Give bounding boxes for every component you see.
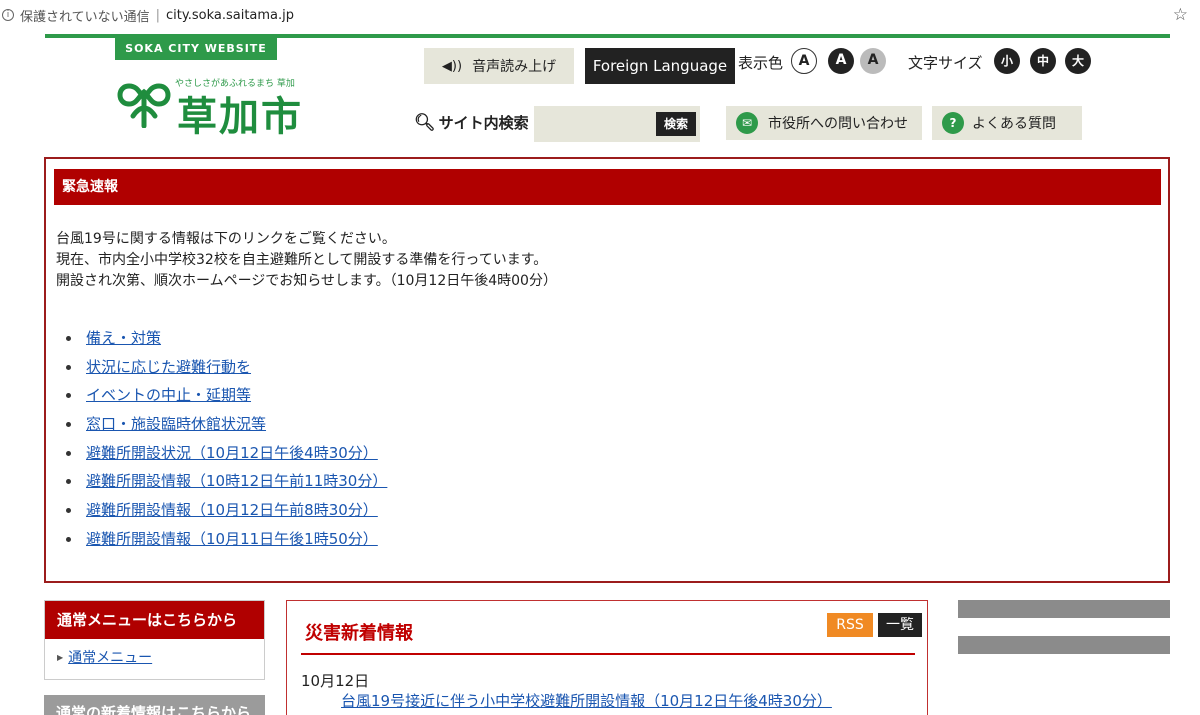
emergency-link[interactable]: 窓口・施設臨時休館状況等 xyxy=(86,410,266,439)
color-option-white[interactable]: A xyxy=(791,48,817,74)
faq-button[interactable]: ? よくある質問 xyxy=(932,106,1082,140)
emergency-link[interactable]: 備え・対策 xyxy=(86,324,161,353)
emergency-link[interactable]: 避難所開設状況（10月12日午後4時30分） xyxy=(86,439,378,468)
address-bar[interactable]: i 保護されていない通信 | city.soka.saitama.jp ☆ xyxy=(0,0,1200,30)
list-item: 避難所開設情報（10月12日午前8時30分） xyxy=(66,496,387,525)
search-icon: 🔍︎ xyxy=(414,112,436,133)
right-banner-2[interactable] xyxy=(958,636,1170,654)
normal-menu-box: 通常メニューはこちらから ▶ 通常メニュー xyxy=(44,600,265,680)
list-item: 備え・対策 xyxy=(66,324,387,353)
emergency-link-list: 備え・対策 状況に応じた避難行動を イベントの中止・延期等 窓口・施設臨時休館状… xyxy=(66,324,387,554)
disaster-news-panel: 災害新着情報 RSS 一覧 10月12日 台風19号接近に伴う小中学校避難所開設… xyxy=(286,600,928,715)
divider xyxy=(301,653,915,655)
site-logo[interactable]: やさしさがあふれるまち 草加 草加市 xyxy=(115,70,305,140)
list-item: 避難所開設情報（10月11日午後1時50分） xyxy=(66,525,387,554)
bullet-icon xyxy=(66,450,71,456)
bullet-icon xyxy=(66,507,71,513)
bullet-icon xyxy=(66,421,71,427)
list-item: 避難所開設状況（10月12日午後4時30分） xyxy=(66,439,387,468)
emergency-heading: 緊急速報 xyxy=(54,169,1161,205)
bullet-icon xyxy=(66,479,71,485)
bullet-icon xyxy=(66,393,71,399)
bullet-icon xyxy=(66,335,71,341)
news-link[interactable]: 台風19号接近に伴う小中学校避難所開設情報（10月12日午後4時30分） xyxy=(341,690,832,711)
speaker-icon: ◀)) xyxy=(441,58,463,74)
voice-reading-label: 音声読み上げ xyxy=(472,59,557,75)
emergency-link[interactable]: イベントの中止・延期等 xyxy=(86,381,251,410)
list-item: 窓口・施設臨時休館状況等 xyxy=(66,410,387,439)
normal-menu-item[interactable]: ▶ 通常メニュー xyxy=(45,639,264,677)
site-badge: SOKA CITY WEBSITE xyxy=(115,38,277,60)
search-button[interactable]: 検索 xyxy=(656,112,696,136)
list-all-button[interactable]: 一覧 xyxy=(878,613,922,637)
normal-menu-heading: 通常メニューはこちらから xyxy=(45,601,264,639)
address-separator: | xyxy=(155,7,161,23)
site-search-text: サイト内検索 xyxy=(438,114,529,132)
bullet-icon xyxy=(66,536,71,542)
bookmark-star-icon[interactable]: ☆ xyxy=(1173,5,1188,25)
list-item: イベントの中止・延期等 xyxy=(66,381,387,410)
emergency-line: 開設され次第、順次ホームページでお知らせします。（10月12日午後4時00分） xyxy=(56,273,557,289)
color-option-black[interactable]: A xyxy=(828,48,854,74)
foreign-language-button[interactable]: Foreign Language xyxy=(585,48,735,84)
emergency-link[interactable]: 避難所開設情報（10月11日午後1時50分） xyxy=(86,525,378,554)
color-option-grey[interactable]: A xyxy=(860,48,886,74)
contact-label: 市役所への問い合わせ xyxy=(768,116,908,132)
security-status: 保護されていない通信 xyxy=(20,9,150,25)
bullet-icon xyxy=(66,364,71,370)
news-date: 10月12日 xyxy=(301,672,370,690)
font-size-label: 文字サイズ xyxy=(908,54,983,72)
emergency-notice: 緊急速報 台風19号に関する情報は下のリンクをご覧ください。 現在、市内全小中学… xyxy=(44,157,1170,583)
arrow-right-icon: ▶ xyxy=(57,653,64,662)
emergency-link[interactable]: 避難所開設情報（10時12日午前11時30分） xyxy=(86,467,387,496)
mail-icon: ✉ xyxy=(736,112,758,134)
emergency-text: 台風19号に関する情報は下のリンクをご覧ください。 現在、市内全小中学校32校を… xyxy=(56,229,557,292)
rss-button[interactable]: RSS xyxy=(827,613,873,637)
normal-menu-link[interactable]: 通常メニュー xyxy=(68,639,152,677)
info-icon[interactable]: i xyxy=(2,9,14,21)
font-size-large[interactable]: 大 xyxy=(1065,48,1091,74)
site-search-label: 🔍︎ サイト内検索 xyxy=(414,112,529,133)
normal-news-heading[interactable]: 通常の新着情報はこちらから xyxy=(44,695,265,715)
voice-reading-button[interactable]: ◀)) 音声読み上げ xyxy=(424,48,574,84)
url-text[interactable]: city.soka.saitama.jp xyxy=(166,8,294,23)
display-color-label: 表示色 xyxy=(738,54,784,72)
list-item: 状況に応じた避難行動を xyxy=(66,353,387,382)
emergency-line: 台風19号に関する情報は下のリンクをご覧ください。 xyxy=(56,231,396,247)
question-icon: ? xyxy=(942,112,964,134)
list-item: 避難所開設情報（10時12日午前11時30分） xyxy=(66,467,387,496)
contact-button[interactable]: ✉ 市役所への問い合わせ xyxy=(726,106,922,140)
emergency-link[interactable]: 避難所開設情報（10月12日午前8時30分） xyxy=(86,496,378,525)
emergency-link[interactable]: 状況に応じた避難行動を xyxy=(86,353,251,382)
logo-city-name: 草加市 xyxy=(177,93,303,140)
disaster-news-title: 災害新着情報 xyxy=(305,623,413,644)
font-size-medium[interactable]: 中 xyxy=(1030,48,1056,74)
faq-label: よくある質問 xyxy=(972,116,1056,132)
emergency-line: 現在、市内全小中学校32校を自主避難所として開設する準備を行っています。 xyxy=(56,252,548,268)
right-banner-1[interactable] xyxy=(958,600,1170,618)
logo-mark-icon xyxy=(117,83,171,128)
font-size-small[interactable]: 小 xyxy=(994,48,1020,74)
